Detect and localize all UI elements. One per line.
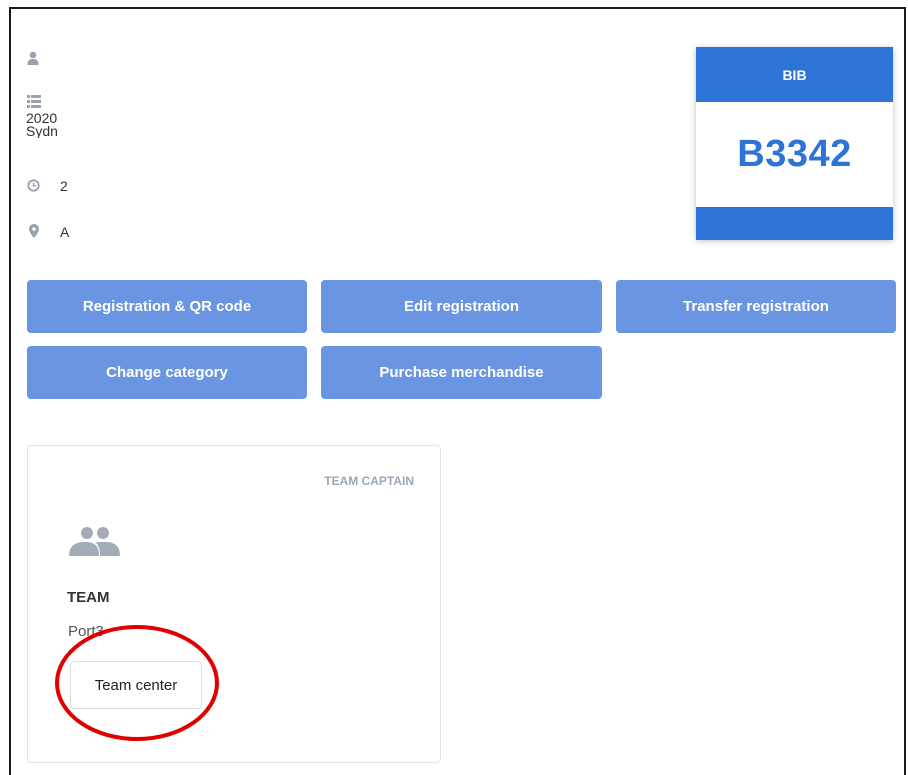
bib-number: B3342 [737,133,852,175]
edit-registration-button[interactable]: Edit registration [321,280,602,333]
team-captain-badge: TEAM CAPTAIN [324,474,414,488]
team-label: TEAM [67,589,110,606]
bib-card: BIB B3342 [696,47,893,240]
bib-footer-bar [696,207,893,240]
change-category-button[interactable]: Change category [27,346,307,399]
purchase-merchandise-button[interactable]: Purchase merchandise [321,346,602,399]
transfer-registration-button[interactable]: Transfer registration [616,280,896,333]
bib-label: BIB [696,47,893,102]
clock-icon [27,179,40,197]
team-center-button[interactable]: Team center [70,661,202,709]
team-name: Port3 [68,623,104,640]
team-icon [69,526,120,561]
event-address: A [60,225,70,239]
event-time: 2 [60,179,68,193]
user-icon [27,51,39,70]
event-date: 2020 [26,111,58,125]
team-card: TEAM CAPTAIN TEAM Port3 Team center [27,445,441,763]
map-pin-icon [29,224,39,243]
registration-qr-button[interactable]: Registration & QR code [27,280,307,333]
event-location: Sydn [26,124,58,138]
